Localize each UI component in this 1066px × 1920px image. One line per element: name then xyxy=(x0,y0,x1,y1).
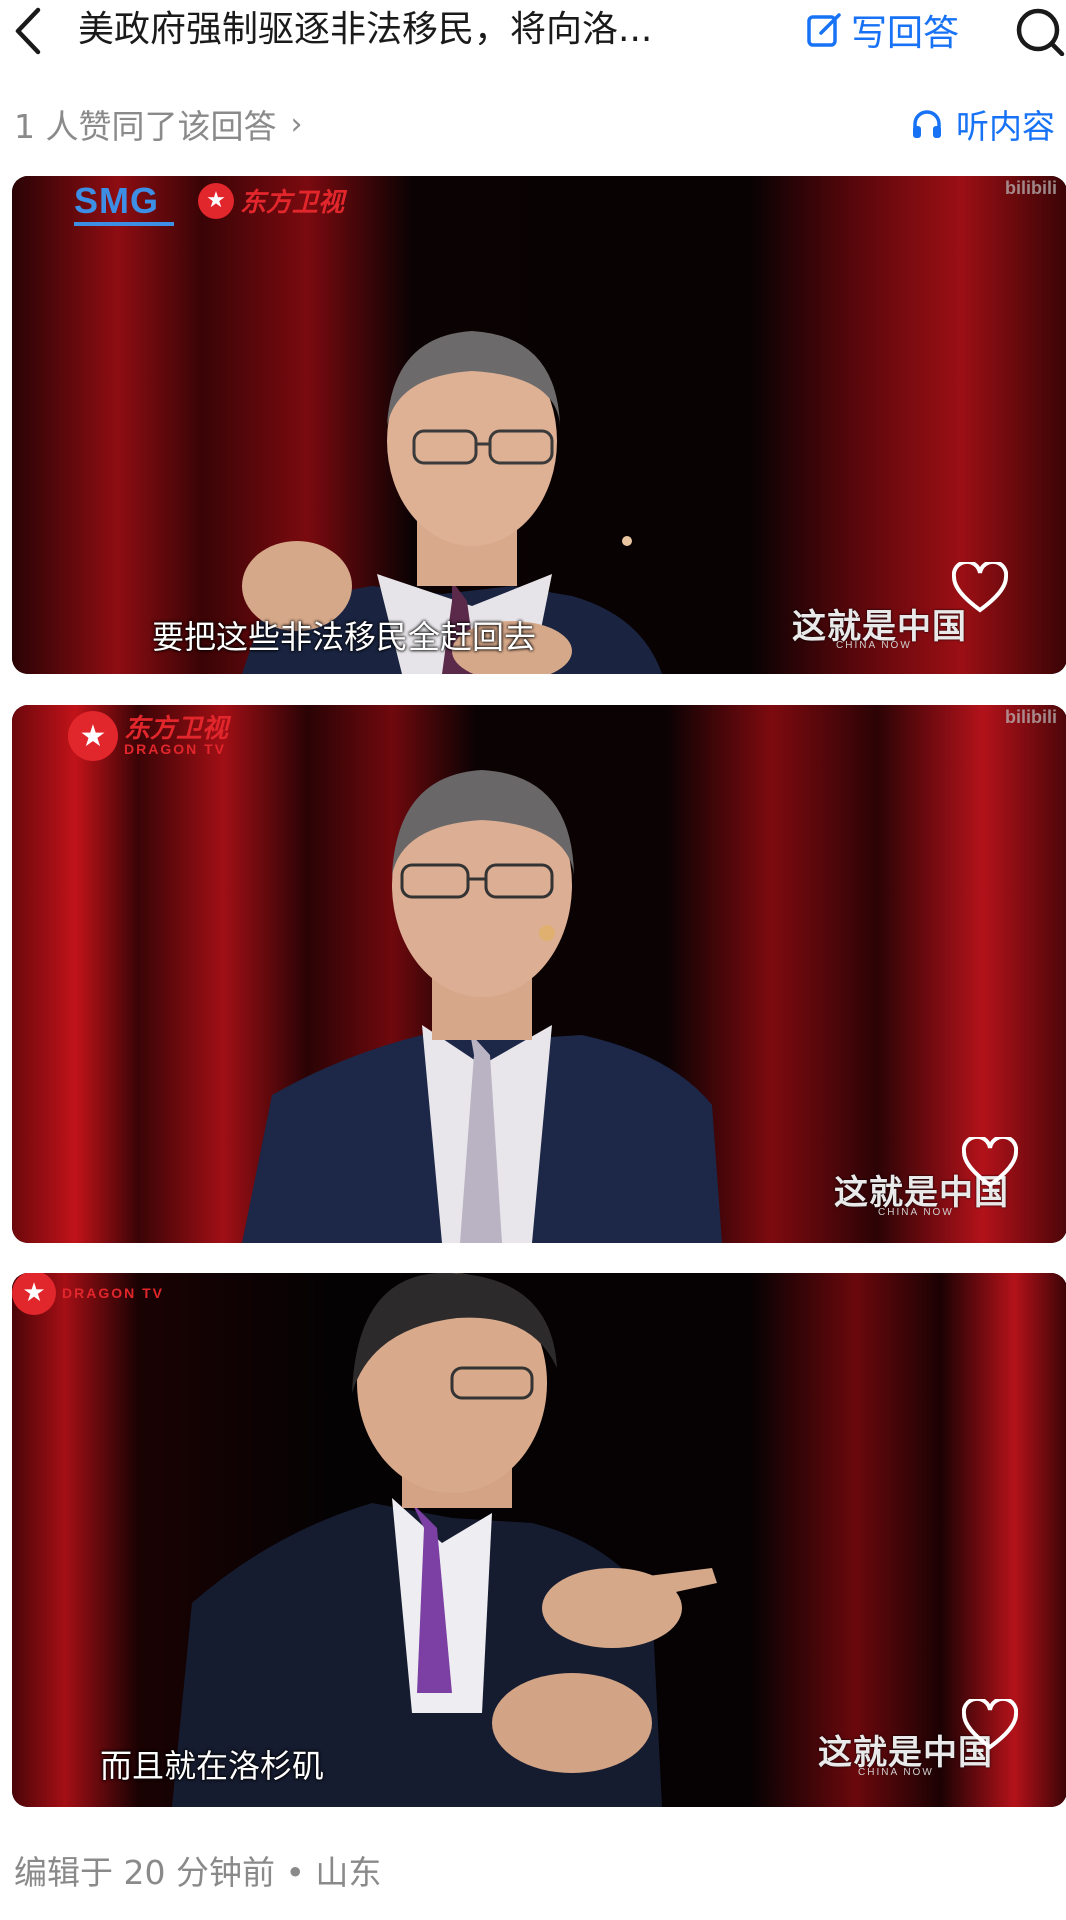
video-frame-2[interactable]: ★ 东方卫视 DRAGON TV bilibili 这就是中国 CHINA NO… xyxy=(12,705,1066,1243)
approvals-link[interactable]: 1 人赞同了该回答 › xyxy=(14,100,303,148)
search-icon[interactable] xyxy=(1008,6,1066,56)
program-watermark-sub: CHINA NOW xyxy=(858,1767,934,1778)
write-answer-label: 写回答 xyxy=(851,13,960,54)
tv-scene-image-2 xyxy=(12,705,1066,1243)
smg-logo-underline xyxy=(74,222,174,226)
dragon-star-icon: ★ xyxy=(68,711,118,761)
edit-icon xyxy=(807,13,841,47)
top-bar: 美政府强制驱逐非法移民，将向洛... 写回答 xyxy=(0,0,1066,62)
dragon-tv-logo-en: DRAGON TV xyxy=(124,741,226,757)
video-frame-1[interactable]: SMG ★ 东方卫视 bilibili 要把这些非法移民全赶回去 这就是中国 C… xyxy=(12,176,1066,674)
dragon-tv-logo: ★ DRAGON TV xyxy=(12,1273,164,1315)
video-frame-3[interactable]: ★ DRAGON TV 而且就在洛杉矶 这就是中国 CHINA NOW xyxy=(12,1273,1066,1807)
heart-icon[interactable] xyxy=(952,562,1008,614)
dragon-tv-logo-cn: 东方卫视 xyxy=(124,714,229,744)
video-subtitle: 要把这些非法移民全赶回去 xyxy=(152,618,537,656)
program-watermark-sub: CHINA NOW xyxy=(878,1207,954,1218)
bilibili-watermark: bilibili xyxy=(1005,707,1057,727)
bilibili-watermark: bilibili xyxy=(1005,178,1057,198)
program-watermark-sub: CHINA NOW xyxy=(836,640,912,651)
back-icon[interactable] xyxy=(8,6,50,56)
dragon-tv-logo: ★ 东方卫视 xyxy=(198,182,344,219)
headphones-icon xyxy=(913,110,941,138)
question-title[interactable]: 美政府强制驱逐非法移民，将向洛... xyxy=(78,8,758,52)
heart-icon[interactable] xyxy=(962,1699,1018,1751)
edit-info: 编辑于 20 分钟前 • 山东 xyxy=(14,1853,382,1892)
heart-icon[interactable] xyxy=(962,1137,1018,1189)
answer-meta: 1 人赞同了该回答 › 听内容 xyxy=(0,96,1066,148)
smg-logo: SMG xyxy=(74,180,160,221)
write-answer-button[interactable]: 写回答 xyxy=(805,6,959,54)
listen-button[interactable]: 听内容 xyxy=(910,100,1055,148)
listen-label: 听内容 xyxy=(956,107,1055,146)
dragon-tv-logo: ★ 东方卫视 DRAGON TV xyxy=(68,711,228,761)
dragon-tv-logo-cn: 东方卫视 xyxy=(240,188,345,218)
approvals-count: 1 人赞同了该回答 xyxy=(14,107,277,146)
video-subtitle: 而且就在洛杉矶 xyxy=(100,1747,325,1785)
dragon-star-icon: ★ xyxy=(198,182,234,219)
dragon-tv-logo-en: DRAGON TV xyxy=(62,1285,164,1301)
dragon-star-icon: ★ xyxy=(12,1273,56,1315)
chevron-right-icon: › xyxy=(290,106,303,142)
